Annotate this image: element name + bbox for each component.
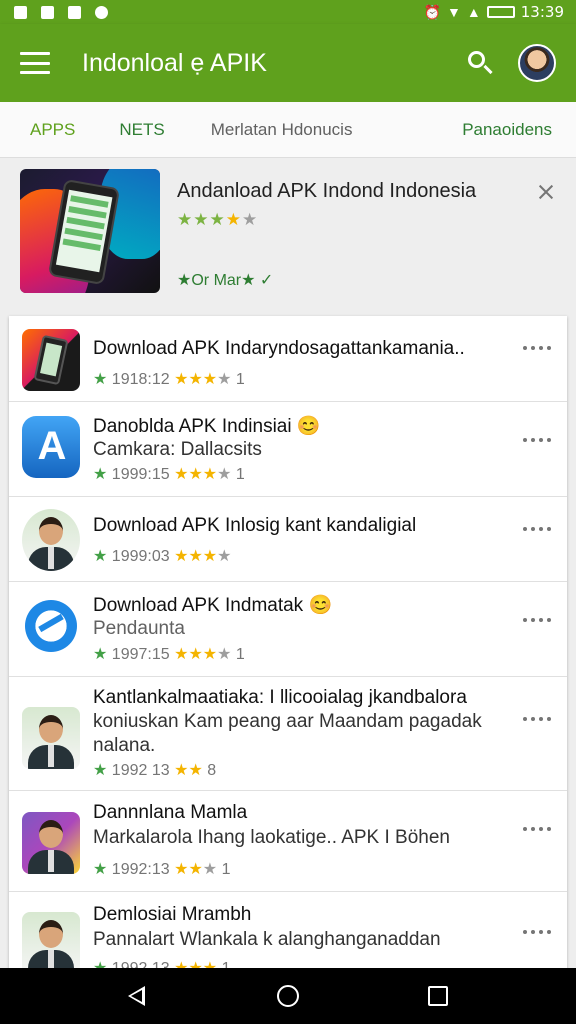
featured-meta: ★Or Mar★ ✓ [177,272,274,289]
overflow-menu-icon[interactable] [523,930,551,936]
avatar [22,812,80,874]
item-title: Danoblda APK Indinsiai 😊 [93,416,321,437]
search-icon[interactable] [466,49,494,77]
item-subtitle: Pannalart Wlankala k alanghanganaddan [93,929,441,950]
item-rating: ★ 1918:12 ★★★★ 1 [93,371,245,388]
back-icon[interactable] [128,986,145,1006]
app-title: Indonloal ẹ APIK [82,48,267,77]
item-rating: ★ 1999:03 ★★★★ [93,548,232,565]
item-rating: ★ 1999:15 ★★★★ 1 [93,466,245,483]
list-item[interactable]: Download APK Indmatak 😊 Pendaunta ★ 1997… [9,582,567,677]
overflow-menu-icon[interactable] [523,717,551,723]
avatar [22,707,80,769]
overflow-menu-icon[interactable] [523,438,551,444]
featured-app-title: Andanload APK Indond Indonesia [177,180,477,202]
wifi-icon: ▼ [447,4,461,20]
battery-icon [486,6,515,18]
navigation-bar [0,968,576,1024]
gallery-icon [41,5,54,19]
featured-app-thumbnail [20,169,160,293]
item-subtitle: Pendaunta [93,618,185,639]
item-subtitle: Markalarola Ihang laokatige.. APK I Böhe… [93,827,451,848]
item-subtitle: Camkara: Dallacsits [93,439,262,460]
tab-apps[interactable]: APPS [30,120,75,140]
item-title: Download APK Indmatak 😊 [93,595,333,616]
app-store-icon: A [22,416,80,478]
featured-rating-stars: ★★★★★ [177,210,259,229]
list-item[interactable]: Download APK Indaryndosagattankamania.. … [9,316,567,402]
app-list: Download APK Indaryndosagattankamania.. … [9,316,567,977]
home-icon[interactable] [277,985,299,1007]
clock: 13:39 [520,3,564,21]
item-title: Download APK Inlosig kant kandaligial [93,515,417,536]
avatar [22,509,80,571]
item-rating: ★ 1992 13 ★★ 8 [93,762,217,779]
tab-nets[interactable]: NETS [119,120,164,140]
item-title: Kantlankalmaatiaka: I llicooialag jkandb… [93,687,467,708]
item-title: Demlosiai Mrambh [93,904,252,925]
list-item[interactable]: Demlosiai Mrambh Pannalart Wlankala k al… [9,892,567,977]
messenger-icon [22,596,80,658]
tab-panaoidens[interactable]: Panaoidens [462,120,552,140]
recent-apps-icon[interactable] [428,986,448,1006]
item-title: Dannnlana Mamla [93,802,248,823]
item-rating: ★ 1992:13 ★★★ 1 [93,861,231,878]
system-icons: ⏰ ▼ ▲ 13:39 [424,3,564,21]
featured-app-banner[interactable]: Andanload APK Indond Indonesia ★★★★★ ★Or… [0,158,576,306]
list-item[interactable]: Kantlankalmaatiaka: I llicooialag jkandb… [9,677,567,791]
close-icon[interactable] [536,182,556,202]
item-title: Download APK Indaryndosagattankamania.. [93,338,465,359]
tab-merlatan[interactable]: Merlatan Hdonucis [211,120,353,140]
avatar [22,912,80,974]
overflow-menu-icon[interactable] [523,346,551,352]
list-item[interactable]: Dannnlana Mamla Markalarola Ihang laokat… [9,791,567,892]
list-item[interactable]: A Danoblda APK Indinsiai 😊 Camkara: Dall… [9,402,567,497]
item-subtitle: koniuskan Kam peang aar Maandam pagadak [93,711,482,732]
flag-icon [68,5,81,19]
profile-avatar[interactable] [518,44,556,82]
app-bar: Indonloal ẹ APIK [0,24,576,102]
app-icon [22,329,80,391]
notification-icon [14,5,27,19]
overflow-menu-icon[interactable] [523,827,551,833]
status-bar: ⏰ ▼ ▲ 13:39 [0,0,576,24]
hamburger-menu-icon[interactable] [20,52,50,74]
tab-bar: APPS NETS Merlatan Hdonucis Panaoidens [0,102,576,158]
list-item[interactable]: Download APK Inlosig kant kandaligial ★ … [9,497,567,582]
item-subtitle-2: nalana. [93,735,156,756]
item-rating: ★ 1997:15 ★★★★ 1 [93,646,245,663]
signal-icon: ▲ [466,4,481,20]
location-icon [95,5,108,19]
overflow-menu-icon[interactable] [523,618,551,624]
notification-icons [14,5,108,19]
overflow-menu-icon[interactable] [523,527,551,533]
alarm-icon: ⏰ [423,3,442,20]
